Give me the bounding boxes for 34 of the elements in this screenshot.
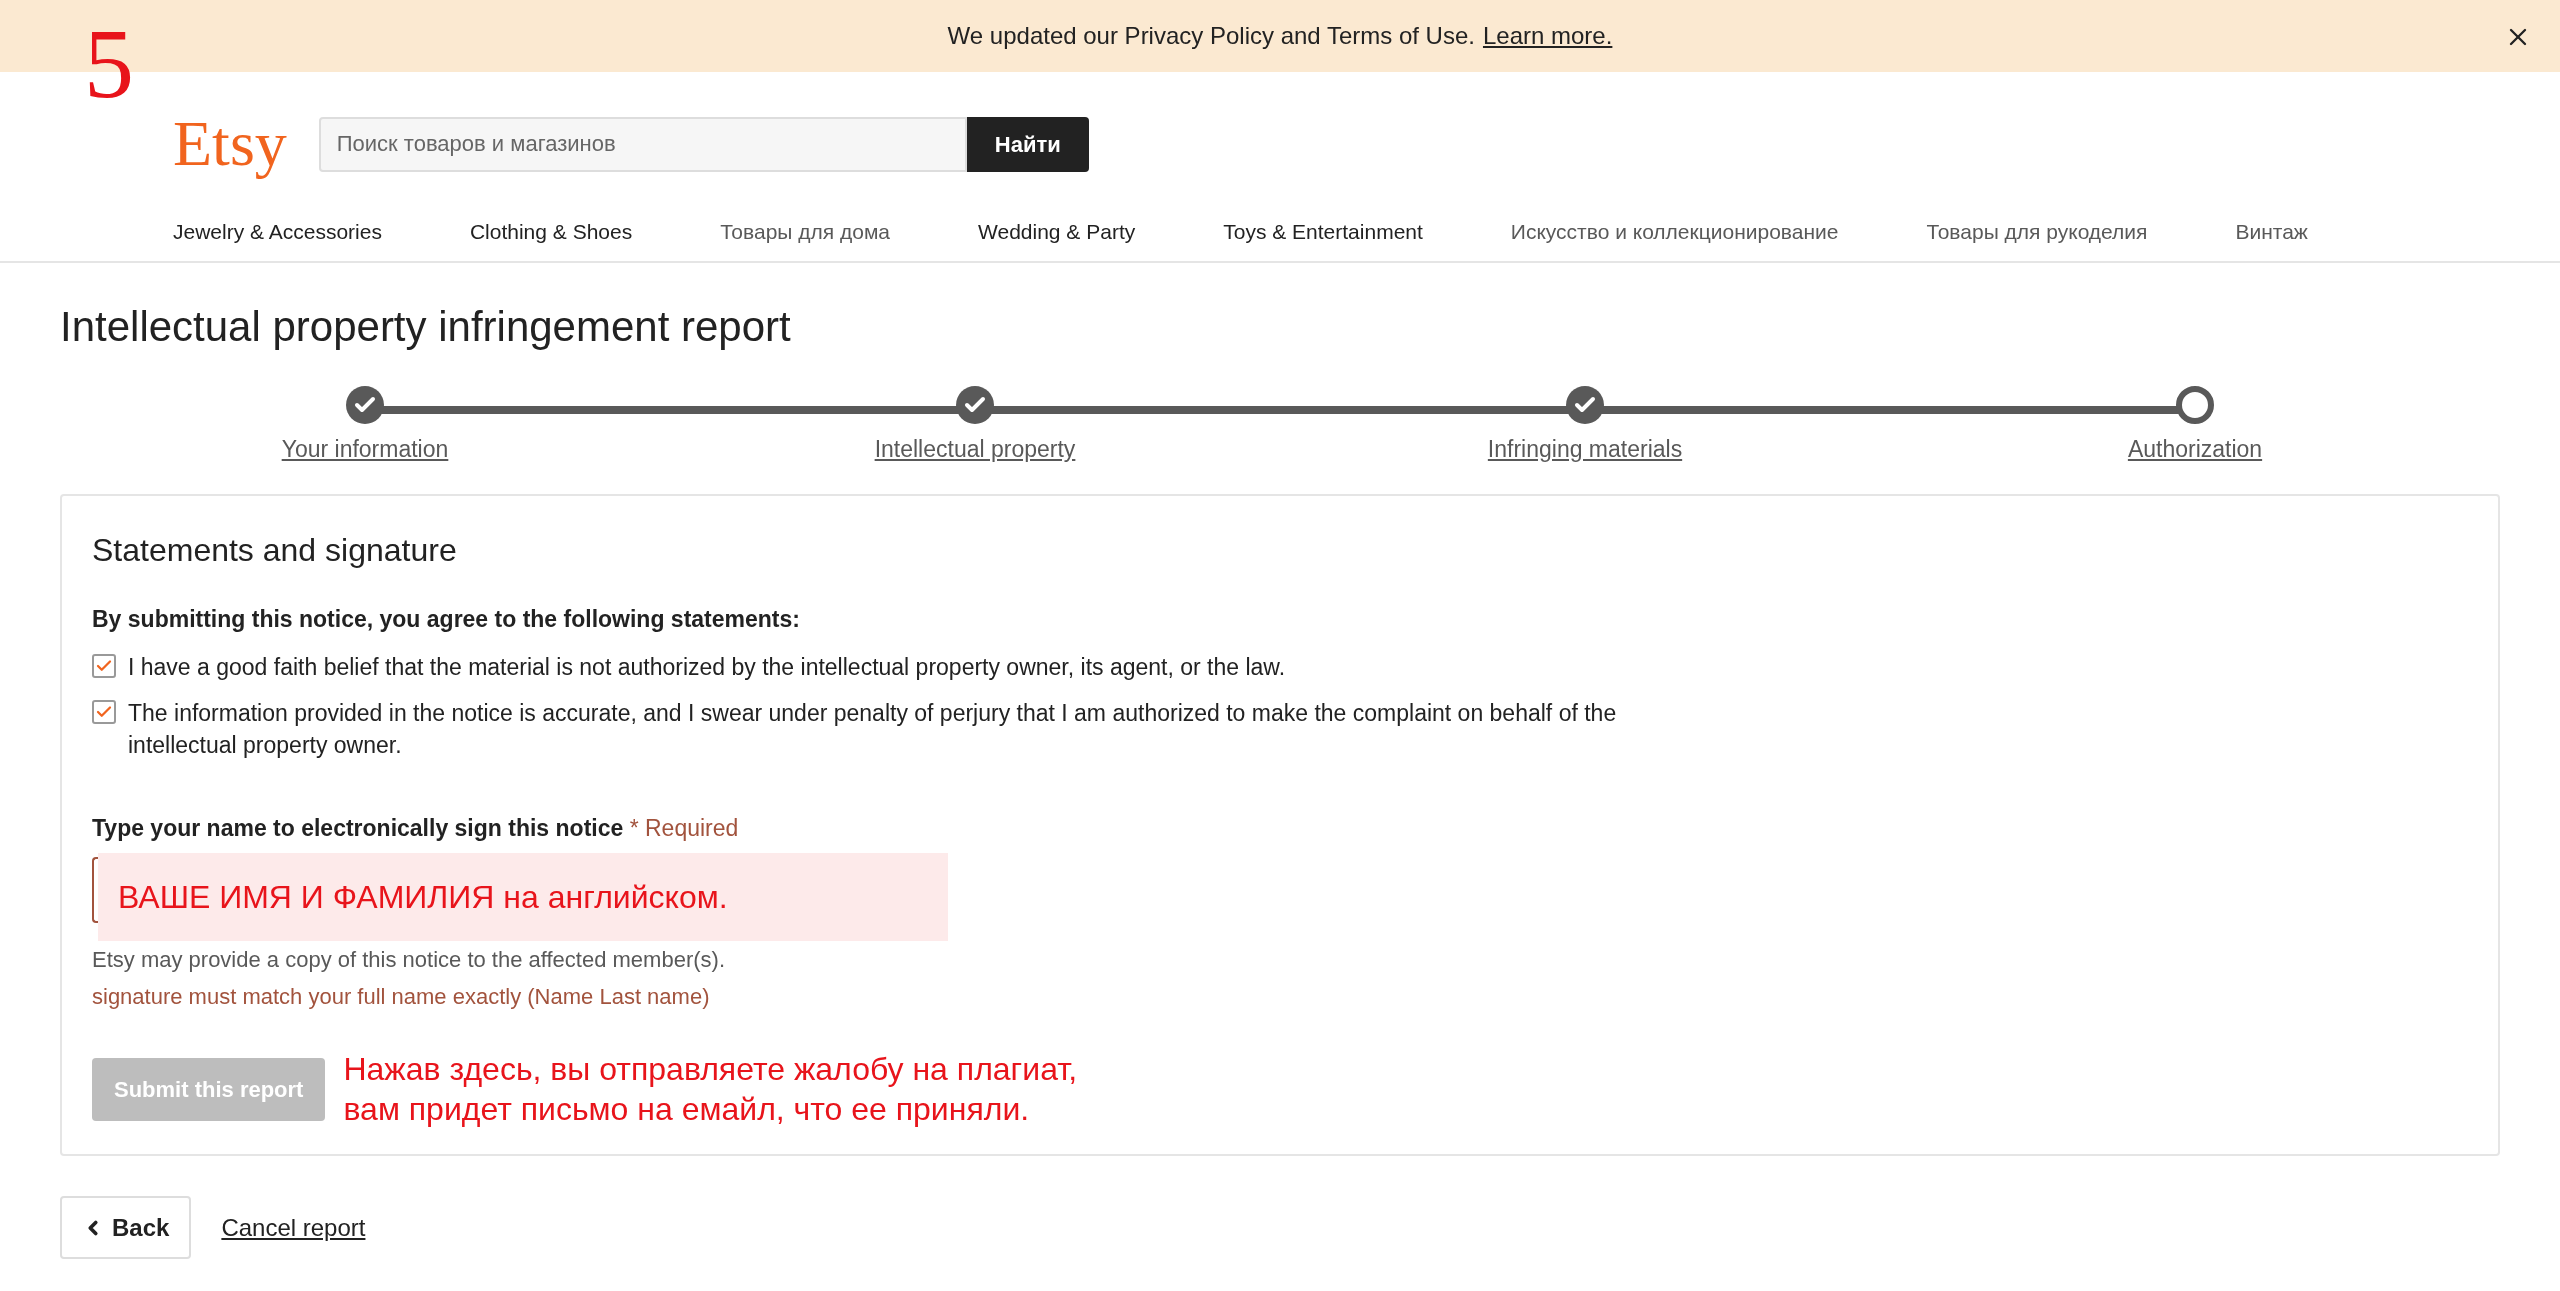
signature-label: Type your name to electronically sign this notice	[92, 814, 624, 841]
card-title: Statements and signature	[92, 531, 458, 570]
annotation-text: Нажав здесь, вы отправляете жалобу на плагиат,	[343, 1050, 1078, 1089]
category-link[interactable]: Clothing & Shoes	[469, 216, 633, 248]
cancel-link[interactable]: Cancel report	[221, 1209, 366, 1246]
category-link[interactable]: Товары для дома	[720, 216, 891, 248]
category-link[interactable]: Jewelry & Accessories	[173, 216, 382, 248]
checkbox[interactable]	[92, 699, 116, 724]
category-link[interactable]: Wedding & Party	[978, 216, 1136, 248]
annotation-text: вам придет письмо на емайл, что ее приняли.	[343, 1090, 1031, 1129]
category-link[interactable]: Toys & Entertainment	[1223, 216, 1423, 248]
help-text: Etsy may provide a copy of this notice to the affected member(s).	[92, 946, 726, 974]
statement-text: I have a good faith belief that the material is not authorized by the intellectual property owner, its agent, or the law.	[128, 652, 1286, 682]
signature-field[interactable]	[92, 857, 98, 923]
category-link[interactable]: Товары для рукоделия	[1926, 216, 2148, 248]
step-link[interactable]: Your information	[281, 432, 449, 467]
back-button[interactable]: Back	[60, 1196, 192, 1259]
required-text: * Required	[629, 814, 739, 841]
error-text: signature must match your full name exactly (Name Last name)	[92, 983, 711, 1011]
learn-more-link[interactable]: Learn more.	[1482, 18, 1613, 54]
annotation-number: 5	[84, 14, 134, 114]
category-link[interactable]: Искусство и коллекционирование	[1510, 216, 1839, 248]
banner-text: We updated our Privacy Policy and Terms of Use.	[947, 21, 1475, 51]
page-title: Intellectual property infringement report	[60, 302, 792, 352]
statement-text: The information provided in the notice is accurate, and I swear under penalty of perjury that I am authorized to make the complaint on behalf of the intellectual property owner.	[128, 698, 1618, 760]
category-link[interactable]: Винтаж	[2235, 216, 2308, 248]
step-link[interactable]: Infringing materials	[1487, 432, 1683, 467]
search-field[interactable]: Поиск товаров и магазинов	[318, 116, 967, 172]
step-link[interactable]: Intellectual property	[874, 432, 1076, 467]
statements-intro: By submitting this notice, you agree to the following statements:	[92, 605, 801, 634]
step-link[interactable]: Authorization	[2127, 432, 2263, 467]
search-button[interactable]: Найти	[966, 116, 1089, 172]
annotation-text: ВАШЕ ИМЯ И ФАМИЛИЯ на английском.	[118, 878, 728, 917]
checkbox[interactable]	[92, 653, 116, 678]
